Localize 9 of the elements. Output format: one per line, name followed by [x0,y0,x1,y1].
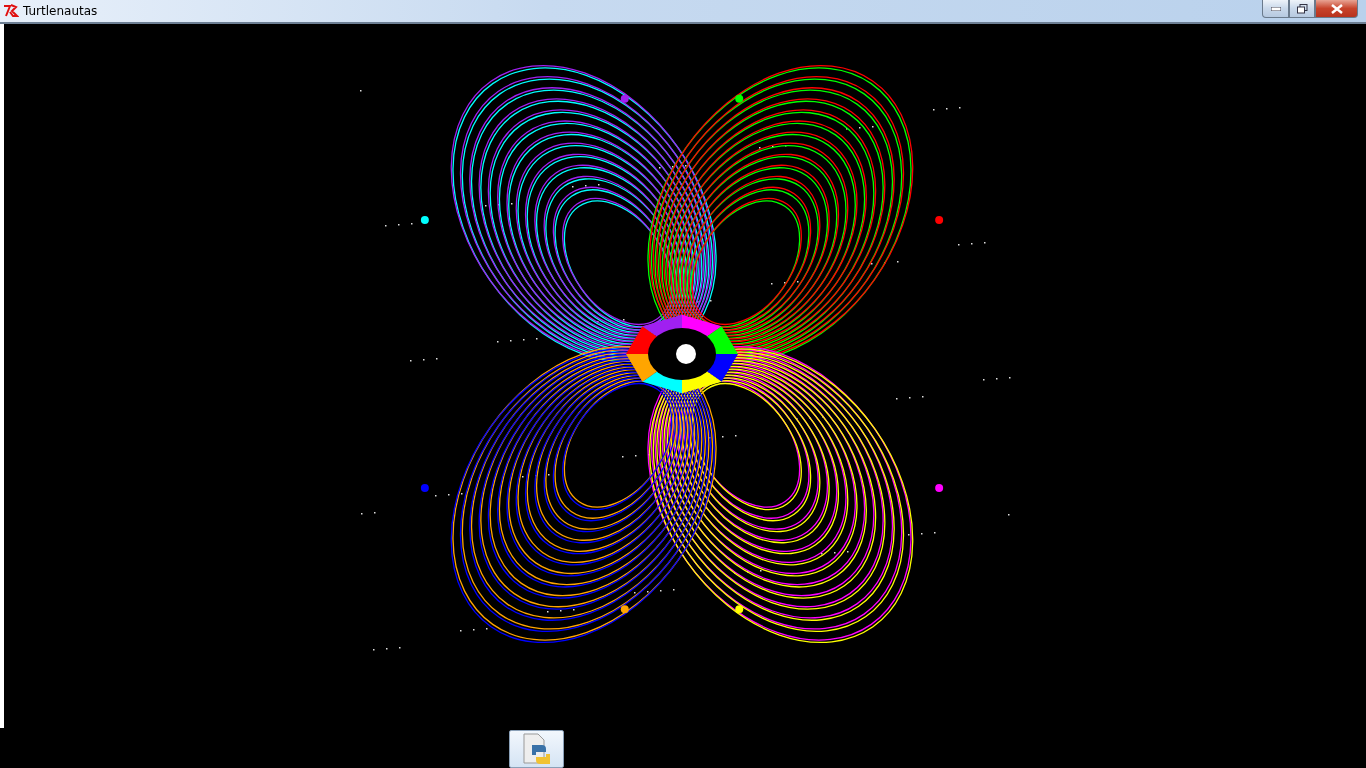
python-file-icon [521,733,552,765]
window-title: Turtlenautas [23,4,98,18]
close-button[interactable] [1315,0,1358,18]
minimize-icon [1270,6,1281,11]
minimize-button[interactable] [1262,0,1289,18]
restore-button[interactable] [1289,0,1315,18]
restore-icon [1296,3,1308,14]
close-icon [1330,3,1343,14]
taskbar-button[interactable] [509,730,564,768]
